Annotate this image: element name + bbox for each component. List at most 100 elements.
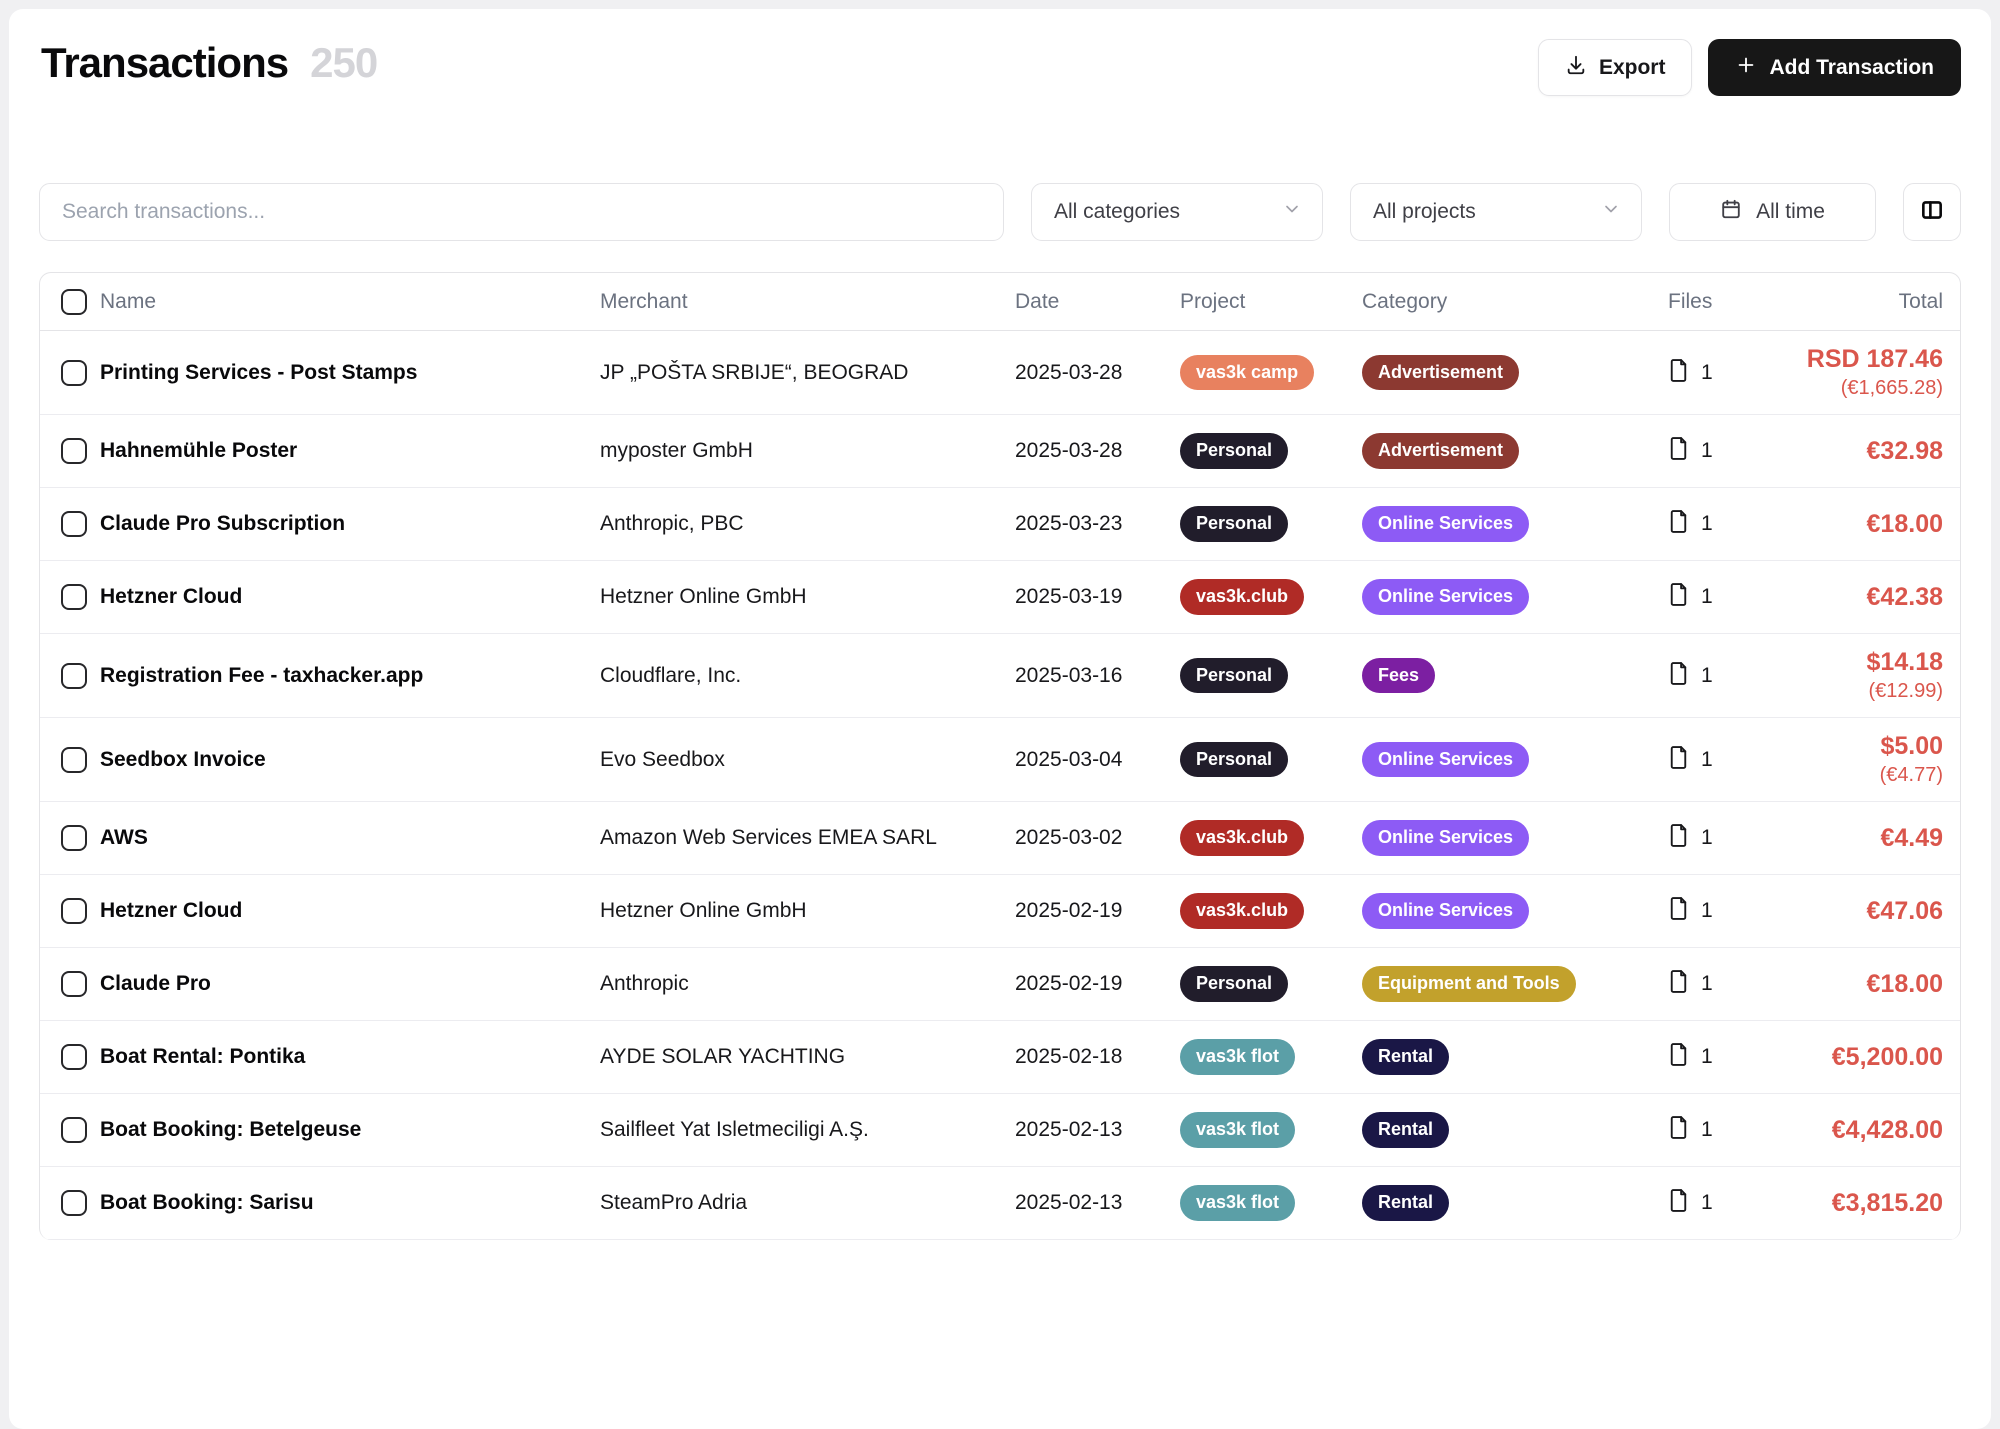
- add-transaction-button[interactable]: Add Transaction: [1708, 39, 1961, 96]
- table-body: Printing Services - Post Stamps JP „POŠT…: [40, 331, 1960, 1240]
- chevron-down-icon: [1601, 199, 1621, 225]
- export-button-label: Export: [1599, 56, 1666, 80]
- download-icon: [1565, 54, 1587, 82]
- table-row[interactable]: Registration Fee - taxhacker.app Cloudfl…: [40, 634, 1960, 718]
- column-header-name[interactable]: Name: [100, 290, 600, 314]
- column-header-total[interactable]: Total: [1780, 290, 1960, 314]
- total-amount: €3,815.20: [1780, 1189, 1943, 1218]
- export-button[interactable]: Export: [1538, 39, 1693, 96]
- project-badge[interactable]: Personal: [1180, 742, 1288, 778]
- row-checkbox[interactable]: [61, 663, 87, 689]
- table-row[interactable]: AWS Amazon Web Services EMEA SARL 2025-0…: [40, 802, 1960, 875]
- transaction-total: $14.18 (€12.99): [1780, 648, 1960, 703]
- file-count: 1: [1701, 748, 1713, 772]
- table-row[interactable]: Boat Booking: Betelgeuse Sailfleet Yat I…: [40, 1094, 1960, 1167]
- category-badge[interactable]: Online Services: [1362, 506, 1529, 542]
- transaction-name: Seedbox Invoice: [100, 748, 600, 772]
- table-row[interactable]: Printing Services - Post Stamps JP „POŠT…: [40, 331, 1960, 415]
- project-badge[interactable]: Personal: [1180, 658, 1288, 694]
- category-badge[interactable]: Online Services: [1362, 893, 1529, 929]
- project-badge[interactable]: vas3k flot: [1180, 1039, 1295, 1075]
- category-badge[interactable]: Online Services: [1362, 820, 1529, 856]
- column-header-date[interactable]: Date: [1015, 290, 1180, 314]
- file-count: 1: [1701, 439, 1713, 463]
- project-badge[interactable]: vas3k camp: [1180, 355, 1314, 391]
- table-row[interactable]: Claude Pro Anthropic 2025-02-19 Personal…: [40, 948, 1960, 1021]
- table-row[interactable]: Boat Rental: Pontika AYDE SOLAR YACHTING…: [40, 1021, 1960, 1094]
- time-range-filter[interactable]: All time: [1669, 183, 1876, 241]
- category-badge[interactable]: Advertisement: [1362, 433, 1519, 469]
- table-row[interactable]: Hetzner Cloud Hetzner Online GmbH 2025-0…: [40, 875, 1960, 948]
- row-checkbox[interactable]: [61, 1117, 87, 1143]
- categories-filter-label: All categories: [1054, 200, 1180, 224]
- category-badge[interactable]: Rental: [1362, 1039, 1449, 1075]
- category-badge[interactable]: Rental: [1362, 1112, 1449, 1148]
- row-checkbox[interactable]: [61, 360, 87, 386]
- project-badge[interactable]: Personal: [1180, 966, 1288, 1002]
- project-badge[interactable]: vas3k flot: [1180, 1185, 1295, 1221]
- file-count: 1: [1701, 512, 1713, 536]
- total-amount: €32.98: [1780, 437, 1943, 466]
- row-checkbox[interactable]: [61, 825, 87, 851]
- transaction-date: 2025-03-16: [1015, 664, 1180, 688]
- project-badge[interactable]: vas3k.club: [1180, 820, 1304, 856]
- transaction-count: 250: [310, 39, 377, 87]
- categories-filter[interactable]: All categories: [1031, 183, 1323, 241]
- project-badge[interactable]: vas3k flot: [1180, 1112, 1295, 1148]
- table-row[interactable]: Seedbox Invoice Evo Seedbox 2025-03-04 P…: [40, 718, 1960, 802]
- row-checkbox[interactable]: [61, 898, 87, 924]
- select-all-checkbox[interactable]: [61, 289, 87, 315]
- total-amount: €42.38: [1780, 583, 1943, 612]
- transaction-total: €18.00: [1780, 970, 1960, 999]
- row-checkbox[interactable]: [61, 511, 87, 537]
- column-header-project[interactable]: Project: [1180, 290, 1362, 314]
- search-input[interactable]: [62, 200, 981, 224]
- project-badge[interactable]: Personal: [1180, 433, 1288, 469]
- column-header-merchant[interactable]: Merchant: [600, 290, 1015, 314]
- row-checkbox[interactable]: [61, 438, 87, 464]
- file-count: 1: [1701, 664, 1713, 688]
- row-checkbox[interactable]: [61, 1190, 87, 1216]
- column-header-files[interactable]: Files: [1668, 290, 1780, 314]
- file-count: 1: [1701, 1118, 1713, 1142]
- category-badge[interactable]: Online Services: [1362, 742, 1529, 778]
- transaction-date: 2025-02-13: [1015, 1191, 1180, 1215]
- row-checkbox[interactable]: [61, 971, 87, 997]
- transaction-merchant: myposter GmbH: [600, 439, 1015, 463]
- table-row[interactable]: Claude Pro Subscription Anthropic, PBC 2…: [40, 488, 1960, 561]
- file-icon: [1668, 1188, 1689, 1218]
- total-amount: RSD 187.46: [1780, 345, 1943, 374]
- file-icon: [1668, 1115, 1689, 1145]
- category-badge[interactable]: Fees: [1362, 658, 1435, 694]
- transaction-name: Hahnemühle Poster: [100, 439, 600, 463]
- transaction-name: Claude Pro Subscription: [100, 512, 600, 536]
- file-count: 1: [1701, 361, 1713, 385]
- column-settings-button[interactable]: [1903, 183, 1961, 241]
- table-row[interactable]: Hahnemühle Poster myposter GmbH 2025-03-…: [40, 415, 1960, 488]
- category-badge[interactable]: Equipment and Tools: [1362, 966, 1576, 1002]
- transaction-merchant: JP „POŠTA SRBIJE“, BEOGRAD: [600, 361, 1015, 385]
- category-badge[interactable]: Advertisement: [1362, 355, 1519, 391]
- column-header-category[interactable]: Category: [1362, 290, 1668, 314]
- transaction-merchant: Anthropic: [600, 972, 1015, 996]
- total-amount: €4.49: [1780, 824, 1943, 853]
- transaction-total: €18.00: [1780, 510, 1960, 539]
- category-badge[interactable]: Online Services: [1362, 579, 1529, 615]
- project-badge[interactable]: vas3k.club: [1180, 893, 1304, 929]
- transaction-date: 2025-02-13: [1015, 1118, 1180, 1142]
- projects-filter-label: All projects: [1373, 200, 1476, 224]
- total-amount: $5.00: [1780, 732, 1943, 761]
- table-row[interactable]: Boat Booking: Sarisu SteamPro Adria 2025…: [40, 1167, 1960, 1240]
- row-checkbox[interactable]: [61, 747, 87, 773]
- row-checkbox[interactable]: [61, 1044, 87, 1070]
- category-badge[interactable]: Rental: [1362, 1185, 1449, 1221]
- table-row[interactable]: Hetzner Cloud Hetzner Online GmbH 2025-0…: [40, 561, 1960, 634]
- plus-icon: [1735, 54, 1757, 82]
- total-amount: €18.00: [1780, 510, 1943, 539]
- projects-filter[interactable]: All projects: [1350, 183, 1642, 241]
- row-checkbox[interactable]: [61, 584, 87, 610]
- file-count: 1: [1701, 899, 1713, 923]
- project-badge[interactable]: vas3k.club: [1180, 579, 1304, 615]
- file-icon: [1668, 896, 1689, 926]
- project-badge[interactable]: Personal: [1180, 506, 1288, 542]
